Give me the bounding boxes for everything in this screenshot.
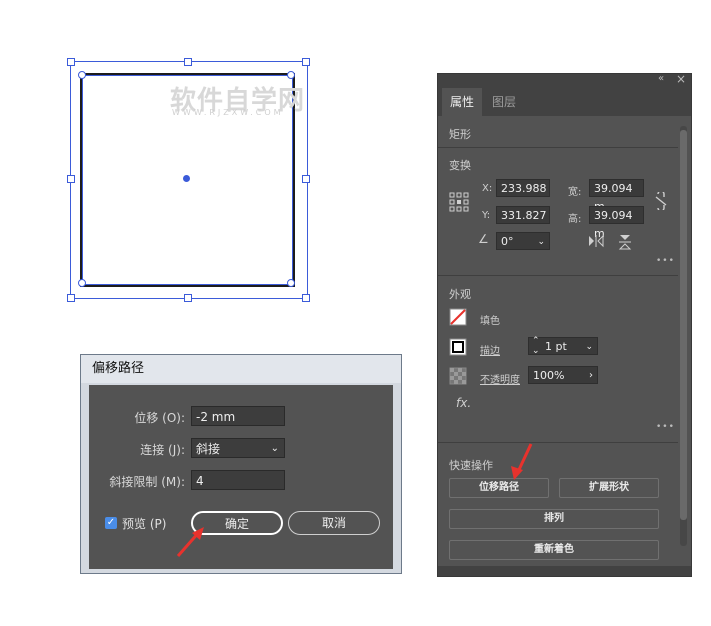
collapse-icon[interactable]: « — [658, 73, 664, 84]
fx-effects-icon[interactable]: fx. — [456, 396, 471, 410]
recolor-button[interactable]: 重新着色 — [449, 540, 659, 560]
resize-handle-top-left[interactable] — [67, 58, 75, 66]
height-input[interactable]: 39.094 m — [589, 206, 644, 240]
transform-section-title: 变换 — [449, 159, 471, 172]
opacity-input[interactable]: 100% › — [528, 366, 598, 384]
constrain-proportions-icon[interactable] — [654, 192, 668, 210]
opacity-label[interactable]: 不透明度 — [480, 371, 520, 386]
resize-handle-right[interactable] — [302, 175, 310, 183]
close-icon[interactable]: × — [676, 72, 686, 86]
resize-handle-top-right[interactable] — [302, 58, 310, 66]
opacity-checker-icon — [449, 367, 467, 385]
quick-actions-title: 快速操作 — [449, 459, 493, 472]
height-label: 高: — [568, 214, 582, 225]
expand-shape-button[interactable]: 扩展形状 — [559, 478, 659, 498]
miter-limit-input[interactable]: 4 — [191, 470, 285, 490]
corner-widget-bottom-left[interactable] — [78, 279, 86, 287]
fill-none-swatch-icon[interactable] — [449, 308, 467, 326]
angle-input[interactable]: 0° ⌄ — [496, 232, 550, 250]
arrange-button[interactable]: 排列 — [449, 509, 659, 529]
chevron-down-icon: ⌄ — [585, 342, 593, 352]
stroke-weight-input[interactable]: ⌃ ⌄ 1 pt ⌄ — [528, 336, 598, 356]
watermark-url: WWW.RJZXW.COM — [172, 108, 284, 117]
center-point[interactable] — [183, 175, 190, 182]
divider — [438, 147, 678, 148]
join-label: 连接 (J): — [140, 443, 185, 457]
divider — [438, 275, 678, 276]
tab-layers[interactable]: 图层 — [484, 88, 524, 116]
corner-widget-bottom-right[interactable] — [287, 279, 295, 287]
panel-scrollbar-thumb[interactable] — [680, 130, 687, 520]
stroke-weight-value: 1 pt — [545, 340, 567, 353]
y-label: Y: — [482, 210, 491, 221]
stroke-label[interactable]: 描边 — [480, 342, 500, 357]
dialog-body: 位移 (O): -2 mm 连接 (J): 斜接 ⌄ 斜接限制 (M): 4 ✓… — [89, 385, 393, 569]
dialog-title: 偏移路径 — [81, 355, 401, 383]
offset-path-dialog: 偏移路径 位移 (O): -2 mm 连接 (J): 斜接 ⌄ 斜接限制 (M)… — [80, 354, 402, 574]
reference-point-icon[interactable] — [449, 192, 469, 212]
cancel-button[interactable]: 取消 — [288, 511, 380, 535]
angle-icon: ∠ — [478, 232, 489, 246]
offset-label: 位移 (O): — [134, 411, 185, 425]
flip-vertical-icon[interactable] — [618, 234, 632, 250]
appearance-more-button[interactable]: ••• — [656, 422, 675, 432]
annotation-arrow-icon — [511, 443, 533, 480]
chevron-right-icon: › — [589, 370, 593, 381]
transform-more-button[interactable]: ••• — [656, 256, 675, 266]
fill-label: 填色 — [480, 316, 500, 327]
divider — [438, 442, 678, 443]
flip-horizontal-icon[interactable] — [588, 234, 604, 248]
preview-checkbox[interactable]: ✓ — [105, 517, 117, 529]
tab-properties[interactable]: 属性 — [442, 88, 483, 116]
appearance-section-title: 外观 — [449, 288, 471, 301]
corner-widget-top-left[interactable] — [78, 71, 86, 79]
panel-tabbar: 属性 图层 — [438, 88, 691, 116]
chevron-down-icon: ⌄ — [270, 443, 279, 454]
width-label: 宽: — [568, 187, 582, 198]
resize-handle-bottom-right[interactable] — [302, 294, 310, 302]
angle-value: 0° — [501, 235, 514, 248]
resize-handle-bottom-left[interactable] — [67, 294, 75, 302]
join-select[interactable]: 斜接 ⌄ — [191, 438, 285, 458]
corner-widget-top-right[interactable] — [287, 71, 295, 79]
miter-limit-label: 斜接限制 (M): — [109, 475, 185, 489]
resize-handle-bottom[interactable] — [184, 294, 192, 302]
y-input[interactable]: 331.827 — [496, 206, 550, 224]
width-input[interactable]: 39.094 m — [589, 179, 644, 213]
properties-panel: « × 属性 图层 矩形 变换 X: 233.988 Y: 331.827 宽:… — [437, 72, 692, 577]
chevron-down-icon: ⌄ — [537, 237, 545, 247]
opacity-value: 100% — [533, 369, 565, 382]
resize-handle-top[interactable] — [184, 58, 192, 66]
panel-header: « × — [438, 72, 691, 88]
preview-label: 预览 (P) — [122, 517, 167, 531]
annotation-arrow-icon — [176, 527, 204, 557]
join-select-value: 斜接 — [196, 442, 221, 456]
object-type-label: 矩形 — [449, 128, 471, 141]
panel-resize-grip[interactable] — [438, 566, 691, 576]
offset-input[interactable]: -2 mm — [191, 406, 285, 426]
resize-handle-left[interactable] — [67, 175, 75, 183]
x-label: X: — [482, 183, 493, 194]
stepper-arrows-icon[interactable]: ⌃ ⌄ — [532, 336, 540, 356]
stroke-swatch-icon[interactable] — [449, 338, 467, 356]
x-input[interactable]: 233.988 — [496, 179, 550, 197]
